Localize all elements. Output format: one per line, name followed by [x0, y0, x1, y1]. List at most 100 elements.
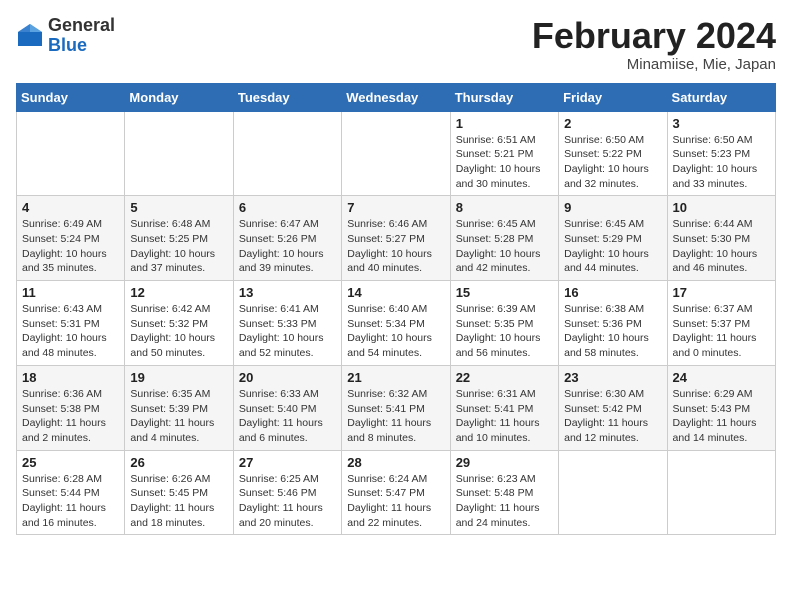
day-number: 15 — [456, 285, 553, 300]
calendar-cell: 6 Sunrise: 6:47 AMSunset: 5:26 PMDaylight… — [233, 196, 341, 281]
day-info: Sunrise: 6:47 AMSunset: 5:26 PMDaylight:… — [239, 217, 336, 276]
day-info: Sunrise: 6:28 AMSunset: 5:44 PMDaylight:… — [22, 472, 119, 531]
day-number: 16 — [564, 285, 661, 300]
day-number: 17 — [673, 285, 770, 300]
calendar-cell — [342, 111, 450, 196]
day-info: Sunrise: 6:32 AMSunset: 5:41 PMDaylight:… — [347, 387, 444, 446]
logo-blue-text: Blue — [48, 35, 87, 55]
day-info: Sunrise: 6:45 AMSunset: 5:29 PMDaylight:… — [564, 217, 661, 276]
day-number: 8 — [456, 200, 553, 215]
weekday-header-sunday: Sunday — [17, 83, 125, 111]
day-info: Sunrise: 6:50 AMSunset: 5:22 PMDaylight:… — [564, 133, 661, 192]
day-number: 23 — [564, 370, 661, 385]
page-header: General Blue February 2024 Minamiise, Mi… — [16, 16, 776, 73]
day-number: 22 — [456, 370, 553, 385]
calendar-cell: 28Sunrise: 6:24 AMSunset: 5:47 PMDayligh… — [342, 450, 450, 535]
day-info: Sunrise: 6:25 AMSunset: 5:46 PMDaylight:… — [239, 472, 336, 531]
day-number: 2 — [564, 116, 661, 131]
day-info: Sunrise: 6:26 AMSunset: 5:45 PMDaylight:… — [130, 472, 227, 531]
calendar-cell: 29 Sunrise: 6:23 AMSunset: 5:48 PMDayligh… — [450, 450, 558, 535]
calendar-cell: 12 Sunrise: 6:42 AMSunset: 5:32 PMDayligh… — [125, 281, 233, 366]
calendar-cell — [559, 450, 667, 535]
logo: General Blue — [16, 16, 115, 56]
day-number: 7 — [347, 200, 444, 215]
day-info: Sunrise: 6:36 AMSunset: 5:38 PMDaylight:… — [22, 387, 119, 446]
day-info: Sunrise: 6:29 AMSunset: 5:43 PMDaylight:… — [673, 387, 770, 446]
logo-icon — [16, 22, 44, 50]
day-number: 4 — [22, 200, 119, 215]
calendar-cell: 18 Sunrise: 6:36 AMSunset: 5:38 PMDayligh… — [17, 365, 125, 450]
day-number: 29 — [456, 455, 553, 470]
calendar-cell: 21 Sunrise: 6:32 AMSunset: 5:41 PMDayligh… — [342, 365, 450, 450]
calendar-week-row: 18 Sunrise: 6:36 AMSunset: 5:38 PMDayligh… — [17, 365, 776, 450]
weekday-header-friday: Friday — [559, 83, 667, 111]
day-number: 5 — [130, 200, 227, 215]
day-number: 21 — [347, 370, 444, 385]
calendar-cell: 27 Sunrise: 6:25 AMSunset: 5:46 PMDayligh… — [233, 450, 341, 535]
day-info: Sunrise: 6:24 AMSunset: 5:47 PMDaylight:… — [347, 472, 444, 531]
day-info: Sunrise: 6:30 AMSunset: 5:42 PMDaylight:… — [564, 387, 661, 446]
calendar-week-row: 4 Sunrise: 6:49 AMSunset: 5:24 PMDaylight… — [17, 196, 776, 281]
calendar-cell: 7 Sunrise: 6:46 AMSunset: 5:27 PMDaylight… — [342, 196, 450, 281]
calendar-cell: 22 Sunrise: 6:31 AMSunset: 5:41 PMDayligh… — [450, 365, 558, 450]
day-info: Sunrise: 6:46 AMSunset: 5:27 PMDaylight:… — [347, 217, 444, 276]
weekday-header-wednesday: Wednesday — [342, 83, 450, 111]
calendar-cell: 25 Sunrise: 6:28 AMSunset: 5:44 PMDayligh… — [17, 450, 125, 535]
day-number: 25 — [22, 455, 119, 470]
month-title: February 2024 — [532, 16, 776, 56]
calendar-cell: 11 Sunrise: 6:43 AMSunset: 5:31 PMDayligh… — [17, 281, 125, 366]
calendar-cell: 20Sunrise: 6:33 AMSunset: 5:40 PMDayligh… — [233, 365, 341, 450]
day-number: 10 — [673, 200, 770, 215]
day-number: 3 — [673, 116, 770, 131]
calendar-cell: 2 Sunrise: 6:50 AMSunset: 5:22 PMDaylight… — [559, 111, 667, 196]
calendar-cell: 15 Sunrise: 6:39 AMSunset: 5:35 PMDayligh… — [450, 281, 558, 366]
calendar-cell: 3 Sunrise: 6:50 AMSunset: 5:23 PMDaylight… — [667, 111, 775, 196]
calendar-cell: 10 Sunrise: 6:44 AMSunset: 5:30 PMDayligh… — [667, 196, 775, 281]
weekday-header-tuesday: Tuesday — [233, 83, 341, 111]
day-info: Sunrise: 6:50 AMSunset: 5:23 PMDaylight:… — [673, 133, 770, 192]
calendar-cell: 26Sunrise: 6:26 AMSunset: 5:45 PMDayligh… — [125, 450, 233, 535]
weekday-header-thursday: Thursday — [450, 83, 558, 111]
calendar-cell — [667, 450, 775, 535]
day-number: 6 — [239, 200, 336, 215]
weekday-header-monday: Monday — [125, 83, 233, 111]
day-number: 24 — [673, 370, 770, 385]
calendar-week-row: 1 Sunrise: 6:51 AMSunset: 5:21 PMDaylight… — [17, 111, 776, 196]
day-info: Sunrise: 6:49 AMSunset: 5:24 PMDaylight:… — [22, 217, 119, 276]
day-number: 18 — [22, 370, 119, 385]
day-info: Sunrise: 6:39 AMSunset: 5:35 PMDaylight:… — [456, 302, 553, 361]
weekday-header-row: SundayMondayTuesdayWednesdayThursdayFrid… — [17, 83, 776, 111]
day-info: Sunrise: 6:44 AMSunset: 5:30 PMDaylight:… — [673, 217, 770, 276]
title-section: February 2024 Minamiise, Mie, Japan — [532, 16, 776, 73]
day-info: Sunrise: 6:40 AMSunset: 5:34 PMDaylight:… — [347, 302, 444, 361]
day-number: 9 — [564, 200, 661, 215]
day-info: Sunrise: 6:42 AMSunset: 5:32 PMDaylight:… — [130, 302, 227, 361]
calendar-table: SundayMondayTuesdayWednesdayThursdayFrid… — [16, 83, 776, 536]
calendar-cell: 23 Sunrise: 6:30 AMSunset: 5:42 PMDayligh… — [559, 365, 667, 450]
day-number: 14 — [347, 285, 444, 300]
day-number: 11 — [22, 285, 119, 300]
calendar-cell — [17, 111, 125, 196]
location-subtitle: Minamiise, Mie, Japan — [532, 56, 776, 73]
day-info: Sunrise: 6:51 AMSunset: 5:21 PMDaylight:… — [456, 133, 553, 192]
day-number: 27 — [239, 455, 336, 470]
day-info: Sunrise: 6:43 AMSunset: 5:31 PMDaylight:… — [22, 302, 119, 361]
day-info: Sunrise: 6:33 AMSunset: 5:40 PMDaylight:… — [239, 387, 336, 446]
day-info: Sunrise: 6:23 AMSunset: 5:48 PMDaylight:… — [456, 472, 553, 531]
weekday-header-saturday: Saturday — [667, 83, 775, 111]
day-info: Sunrise: 6:31 AMSunset: 5:41 PMDaylight:… — [456, 387, 553, 446]
day-number: 12 — [130, 285, 227, 300]
calendar-cell: 19Sunrise: 6:35 AMSunset: 5:39 PMDayligh… — [125, 365, 233, 450]
calendar-cell: 17Sunrise: 6:37 AMSunset: 5:37 PMDayligh… — [667, 281, 775, 366]
calendar-cell: 1 Sunrise: 6:51 AMSunset: 5:21 PMDaylight… — [450, 111, 558, 196]
calendar-cell: 8Sunrise: 6:45 AMSunset: 5:28 PMDaylight… — [450, 196, 558, 281]
calendar-cell: 24 Sunrise: 6:29 AMSunset: 5:43 PMDayligh… — [667, 365, 775, 450]
day-info: Sunrise: 6:35 AMSunset: 5:39 PMDaylight:… — [130, 387, 227, 446]
day-info: Sunrise: 6:38 AMSunset: 5:36 PMDaylight:… — [564, 302, 661, 361]
day-number: 1 — [456, 116, 553, 131]
calendar-week-row: 25 Sunrise: 6:28 AMSunset: 5:44 PMDayligh… — [17, 450, 776, 535]
calendar-cell: 14 Sunrise: 6:40 AMSunset: 5:34 PMDayligh… — [342, 281, 450, 366]
calendar-cell: 5Sunrise: 6:48 AMSunset: 5:25 PMDaylight… — [125, 196, 233, 281]
calendar-week-row: 11 Sunrise: 6:43 AMSunset: 5:31 PMDayligh… — [17, 281, 776, 366]
calendar-cell — [125, 111, 233, 196]
